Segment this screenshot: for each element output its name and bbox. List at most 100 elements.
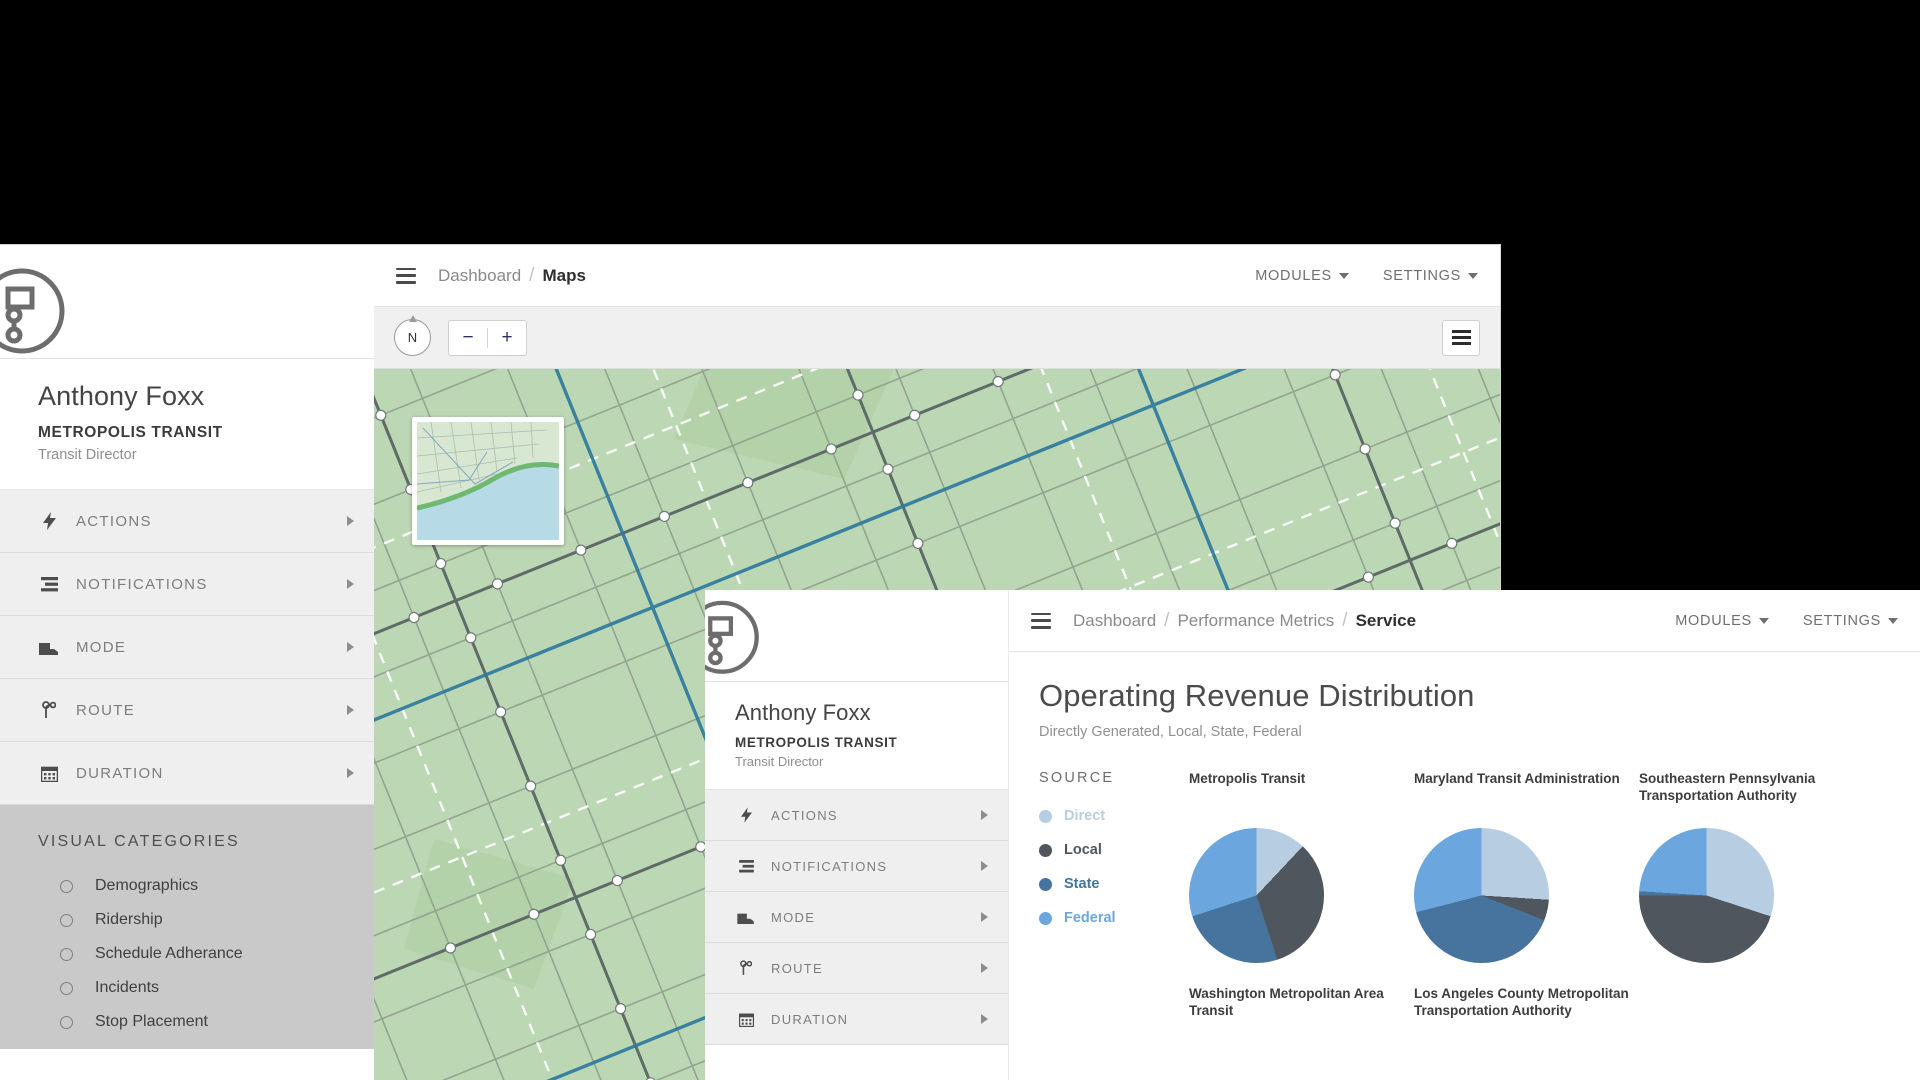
settings-menu[interactable]: SETTINGS xyxy=(1803,613,1898,629)
zoom-out-button[interactable]: − xyxy=(449,321,487,355)
sidebar-item-notifications[interactable]: NOTIFICATIONS xyxy=(0,553,374,616)
modules-menu[interactable]: MODULES xyxy=(1675,613,1769,629)
list-item[interactable]: Schedule Adherance xyxy=(0,937,374,971)
breadcrumb: Dashboard / Performance Metrics / Servic… xyxy=(1073,610,1416,632)
sidebar-item-label: MODE xyxy=(771,909,816,925)
user-profile: Anthony Foxx METROPOLIS TRANSIT Transit … xyxy=(0,359,374,490)
menu-toggle-icon[interactable] xyxy=(1031,612,1051,629)
chevron-right-icon xyxy=(981,963,988,973)
legend-item-federal[interactable]: Federal xyxy=(1039,910,1189,926)
bus-icon xyxy=(733,911,759,924)
compass-icon[interactable]: N xyxy=(394,319,431,356)
breadcrumb-current: Maps xyxy=(542,265,586,285)
menu-toggle-icon[interactable] xyxy=(396,267,416,284)
profile-org: METROPOLIS TRANSIT xyxy=(735,735,898,750)
sidebar-item-label: NOTIFICATIONS xyxy=(76,575,208,593)
sidebar-item-mode[interactable]: MODE xyxy=(705,892,1008,943)
legend-item-state[interactable]: State xyxy=(1039,876,1189,892)
radio-icon[interactable] xyxy=(60,913,73,927)
layers-menu-icon[interactable] xyxy=(1442,319,1480,356)
calendar-icon xyxy=(36,765,62,782)
legend-item-local[interactable]: Local xyxy=(1039,842,1189,858)
radio-icon[interactable] xyxy=(60,947,73,961)
radio-icon[interactable] xyxy=(60,981,73,995)
breadcrumb-mid[interactable]: Performance Metrics xyxy=(1177,611,1334,631)
list-item[interactable]: Demographics xyxy=(0,869,374,903)
category-label: Stop Placement xyxy=(95,1013,208,1030)
minimap-inset[interactable] xyxy=(412,417,564,545)
map-toolbar: N − + xyxy=(374,307,1500,369)
chevron-right-icon xyxy=(347,705,354,715)
charts-section: SOURCE Direct Local State Federal Metrop… xyxy=(1039,770,1920,1020)
breadcrumb-root[interactable]: Dashboard xyxy=(1073,611,1156,631)
pie-chart-title: Southeastern Pennsylvania Transportation… xyxy=(1639,771,1816,804)
legend-color-swatch xyxy=(1039,843,1052,857)
sidebar-item-route[interactable]: ROUTE xyxy=(0,679,374,742)
radio-icon[interactable] xyxy=(60,879,73,893)
sidebar-item-label: NOTIFICATIONS xyxy=(771,858,888,874)
chevron-right-icon xyxy=(981,912,988,922)
list-item[interactable]: Ridership xyxy=(0,903,374,937)
chevron-right-icon xyxy=(981,810,988,820)
visual-categories-list: Demographics Ridership Schedule Adheranc… xyxy=(0,869,374,1049)
sidebar-item-actions[interactable]: ACTIONS xyxy=(705,790,1008,841)
breadcrumb-separator: / xyxy=(1164,609,1170,631)
settings-menu[interactable]: SETTINGS xyxy=(1383,268,1478,284)
list-icon xyxy=(733,859,759,873)
app-logo-icon xyxy=(0,263,94,364)
modules-menu[interactable]: MODULES xyxy=(1255,268,1349,284)
radio-icon[interactable] xyxy=(60,1015,73,1029)
sidebar-item-actions[interactable]: ACTIONS xyxy=(0,490,374,553)
profile-role: Transit Director xyxy=(38,447,137,463)
chevron-down-icon xyxy=(1338,272,1349,279)
sidebar-item-duration[interactable]: DURATION xyxy=(0,742,374,805)
legend-title: SOURCE xyxy=(1039,770,1115,786)
sidebar-item-duration[interactable]: DURATION xyxy=(705,994,1008,1045)
chart-legend: SOURCE Direct Local State Federal xyxy=(1039,770,1189,1020)
list-item[interactable]: Stop Placement xyxy=(0,1005,374,1039)
chevron-right-icon xyxy=(981,861,988,871)
compass-label: N xyxy=(407,330,418,345)
modules-menu-label: MODULES xyxy=(1255,267,1332,284)
pie-chart[interactable] xyxy=(1639,828,1774,963)
maps-sidebar: Anthony Foxx METROPOLIS TRANSIT Transit … xyxy=(0,245,374,1080)
visual-categories-title: VISUAL CATEGORIES xyxy=(38,833,240,850)
legend-label: State xyxy=(1064,876,1100,892)
chevron-right-icon xyxy=(347,642,354,652)
pie-chart-group: Maryland Transit Administration Los Ange… xyxy=(1414,770,1639,1020)
profile-name: Anthony Foxx xyxy=(38,381,205,411)
maps-topbar: Dashboard / Maps MODULES SETTINGS xyxy=(374,245,1500,307)
profile-role: Transit Director xyxy=(735,754,824,769)
sidebar-item-label: DURATION xyxy=(771,1011,849,1027)
pie-chart-title: Metropolis Transit xyxy=(1189,771,1306,786)
sidebar-item-label: ACTIONS xyxy=(771,807,838,823)
pie-chart-title: Washington Metropolitan Area Transit xyxy=(1189,986,1384,1019)
list-item[interactable]: Incidents xyxy=(0,971,374,1005)
sidebar-item-mode[interactable]: MODE xyxy=(0,616,374,679)
pie-chart-title: Los Angeles County Metropolitan Transpor… xyxy=(1414,986,1629,1019)
list-icon xyxy=(36,576,62,592)
legend-label: Direct xyxy=(1064,808,1106,824)
legend-color-swatch xyxy=(1039,911,1052,925)
pie-chart[interactable] xyxy=(1189,828,1324,963)
dashboard-main: Dashboard / Performance Metrics / Servic… xyxy=(1008,590,1920,1080)
category-label: Demographics xyxy=(95,877,199,894)
chevron-down-icon xyxy=(1468,272,1478,279)
pie-chart[interactable] xyxy=(1414,828,1549,963)
zoom-in-button[interactable]: + xyxy=(488,321,526,355)
modules-menu-label: MODULES xyxy=(1675,612,1752,629)
breadcrumb-separator: / xyxy=(529,264,535,286)
sidebar-item-label: MODE xyxy=(76,638,127,656)
breadcrumb-current: Service xyxy=(1355,610,1417,630)
chevron-down-icon xyxy=(1758,617,1769,624)
settings-menu-label: SETTINGS xyxy=(1382,267,1461,284)
breadcrumb-root[interactable]: Dashboard xyxy=(438,266,521,286)
legend-item-direct[interactable]: Direct xyxy=(1039,808,1189,824)
dashboard-content: Operating Revenue Distribution Directly … xyxy=(1009,652,1920,1020)
sidebar-item-route[interactable]: ROUTE xyxy=(705,943,1008,994)
breadcrumb: Dashboard / Maps xyxy=(438,265,586,287)
sidebar-item-label: ACTIONS xyxy=(76,512,152,530)
sidebar-item-notifications[interactable]: NOTIFICATIONS xyxy=(705,841,1008,892)
chevron-right-icon xyxy=(347,579,354,589)
route-icon xyxy=(36,701,62,719)
